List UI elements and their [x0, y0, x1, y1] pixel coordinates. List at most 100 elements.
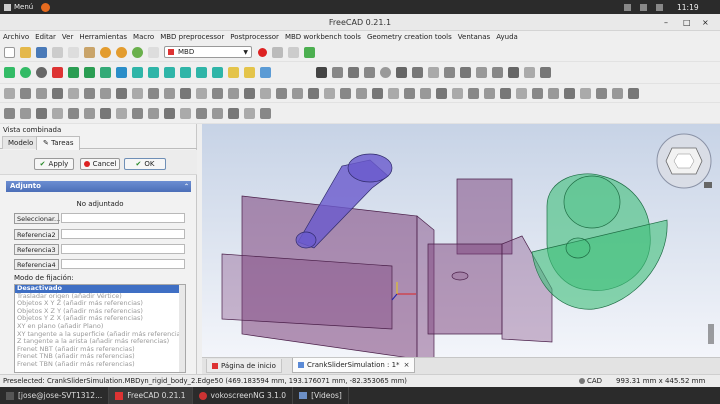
mbd-tool-icon[interactable]: [316, 67, 327, 78]
mbd-tool-icon[interactable]: [324, 87, 335, 99]
record-macro-icon[interactable]: [258, 47, 267, 57]
mbd-tool-icon[interactable]: [196, 87, 207, 99]
navigation-style[interactable]: CAD: [587, 377, 602, 385]
macros-icon[interactable]: [288, 46, 299, 58]
geometry-tool-icon[interactable]: [228, 107, 239, 119]
mbd-tool-icon[interactable]: [516, 87, 527, 99]
draw-style-icon[interactable]: [36, 67, 47, 78]
mbd-tool-icon[interactable]: [356, 87, 367, 99]
undo-icon[interactable]: [100, 46, 111, 58]
reference3-field[interactable]: [61, 244, 185, 254]
bottom-view-icon[interactable]: [196, 67, 207, 78]
mbd-tool-icon[interactable]: [452, 87, 463, 99]
menu-archivo[interactable]: Archivo: [3, 33, 29, 41]
ok-button[interactable]: ✔ OK: [124, 158, 166, 170]
reference2-button[interactable]: Referencia2: [14, 229, 59, 240]
mbd-tool-icon[interactable]: [260, 87, 271, 99]
forward-arrow-icon[interactable]: [84, 67, 95, 78]
menu-mbd-preprocessor[interactable]: MBD preprocessor: [160, 33, 224, 41]
mbd-tool-icon[interactable]: [468, 87, 479, 99]
navigation-cube-menu-icon[interactable]: [704, 182, 712, 188]
mbd-tool-icon[interactable]: [164, 87, 175, 99]
mbd-tool-icon[interactable]: [180, 87, 191, 99]
rear-view-icon[interactable]: [180, 67, 191, 78]
taskbar-item-terminal[interactable]: [jose@jose-SVT1312...: [0, 387, 110, 404]
geometry-tool-icon[interactable]: [52, 107, 63, 119]
new-file-icon[interactable]: [4, 46, 15, 58]
redo-icon[interactable]: [116, 46, 127, 58]
save-icon[interactable]: [36, 46, 47, 58]
cut-icon[interactable]: [52, 46, 63, 58]
mbd-tool-icon[interactable]: [532, 87, 543, 99]
geometry-tool-icon[interactable]: [4, 107, 15, 119]
measure-icon[interactable]: [260, 67, 271, 78]
geometry-tool-icon[interactable]: [212, 107, 223, 119]
reference4-button[interactable]: Referencia4: [14, 259, 59, 270]
system-menu-button[interactable]: Menú: [14, 3, 33, 11]
geometry-tool-icon[interactable]: [244, 107, 255, 119]
mbd-tool-icon[interactable]: [348, 67, 359, 78]
minimize-icon[interactable]: –: [664, 18, 668, 27]
top-view-icon[interactable]: [148, 67, 159, 78]
mbd-tool-icon[interactable]: [4, 87, 15, 99]
stop-macro-icon[interactable]: [272, 46, 283, 58]
menu-herramientas[interactable]: Herramientas: [79, 33, 127, 41]
view-menu-icon[interactable]: [100, 67, 111, 78]
geometry-tool-icon[interactable]: [148, 107, 159, 119]
mbd-tool-icon[interactable]: [476, 67, 487, 78]
mbd-tool-icon[interactable]: [292, 87, 303, 99]
open-file-icon[interactable]: [20, 46, 31, 58]
mbd-tool-icon[interactable]: [244, 87, 255, 99]
mbd-tool-icon[interactable]: [332, 67, 343, 78]
apply-button[interactable]: ✔ Apply: [34, 158, 74, 170]
whats-this-icon[interactable]: [148, 46, 159, 58]
cad-navigation-icon[interactable]: [579, 378, 585, 384]
fit-all-icon[interactable]: [4, 67, 15, 78]
refresh-icon[interactable]: [132, 46, 143, 58]
menu-icon[interactable]: [4, 3, 11, 11]
menu-editar[interactable]: Editar: [35, 33, 56, 41]
mbd-tool-icon[interactable]: [412, 67, 423, 78]
mbd-tool-icon[interactable]: [52, 87, 63, 99]
mbd-tool-icon[interactable]: [596, 87, 607, 99]
mbd-tool-icon[interactable]: [548, 87, 559, 99]
maximize-icon[interactable]: □: [683, 18, 691, 27]
front-view-icon[interactable]: [132, 67, 143, 78]
menu-ayuda[interactable]: Ayuda: [496, 33, 518, 41]
menu-ventanas[interactable]: Ventanas: [458, 33, 490, 41]
workbench-selector[interactable]: MBD ▼: [164, 46, 252, 58]
mbd-tool-icon[interactable]: [100, 87, 111, 99]
mbd-tool-icon[interactable]: [116, 87, 127, 99]
scrollbar[interactable]: [179, 285, 185, 372]
menu-geometry-creation-tools[interactable]: Geometry creation tools: [367, 33, 452, 41]
mbd-tool-icon[interactable]: [340, 87, 351, 99]
mbd-tool-icon[interactable]: [132, 87, 143, 99]
mbd-tool-icon[interactable]: [612, 87, 623, 99]
reference2-field[interactable]: [61, 229, 185, 239]
geometry-tool-icon[interactable]: [164, 107, 175, 119]
mbd-tool-icon[interactable]: [508, 67, 519, 78]
zoom-control-icon[interactable]: [708, 324, 714, 344]
mbd-tool-icon[interactable]: [404, 87, 415, 99]
mbd-tool-icon[interactable]: [436, 87, 447, 99]
taskbar-item-freecad[interactable]: FreeCAD 0.21.1: [109, 387, 193, 404]
paste-icon[interactable]: [84, 46, 95, 58]
mbd-tool-icon[interactable]: [228, 87, 239, 99]
list-item[interactable]: Frenet TBN (añadir más referencias): [15, 360, 185, 369]
mbd-tool-icon[interactable]: [540, 67, 551, 78]
tab-crank-slider[interactable]: CrankSliderSimulation : 1* ×: [292, 358, 416, 373]
mbd-tool-icon[interactable]: [460, 67, 471, 78]
close-icon[interactable]: ×: [702, 18, 709, 27]
tray-icon[interactable]: [656, 3, 663, 11]
taskbar-item-vokoscreen[interactable]: vokoscreenNG 3.1.0: [193, 387, 294, 404]
geometry-tool-icon[interactable]: [84, 107, 95, 119]
select-button[interactable]: Seleccionar...: [14, 213, 60, 224]
3d-viewport[interactable]: [202, 124, 720, 357]
right-view-icon[interactable]: [164, 67, 175, 78]
tab-tareas[interactable]: ✎ Tareas: [36, 136, 81, 150]
mbd-tool-icon[interactable]: [388, 87, 399, 99]
mbd-tool-icon[interactable]: [396, 67, 407, 78]
geometry-tool-icon[interactable]: [116, 107, 127, 119]
reference3-button[interactable]: Referencia3: [14, 244, 59, 255]
collapse-icon[interactable]: ⌃: [184, 181, 189, 192]
